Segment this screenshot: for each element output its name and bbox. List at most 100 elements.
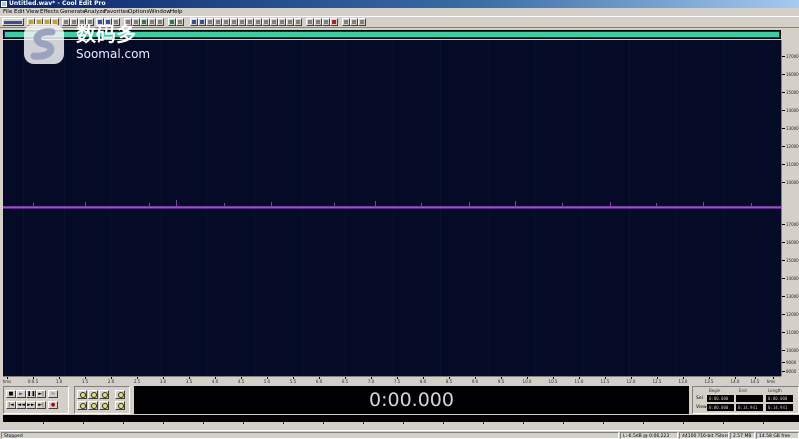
menu-view[interactable]: View [26,8,39,16]
envelope-button[interactable] [156,18,164,26]
time-display: 0:00.000 [134,386,689,414]
toolbar-tool-10[interactable] [278,18,286,26]
fast-forward-button[interactable]: ►► [26,401,36,409]
overview-visible-range[interactable] [5,32,779,37]
zoom-in-vertical-button[interactable] [115,390,125,399]
new-file-button[interactable] [27,18,35,26]
toolbar-tool-8[interactable] [262,18,270,26]
toolbar-tool-19[interactable] [358,18,366,26]
menu-options[interactable]: Options [128,8,149,16]
paste-button[interactable] [78,18,86,26]
toolbar-tool-18[interactable] [350,18,358,26]
toolbar-tool-15[interactable] [322,18,330,26]
vruler-label: 13000 [786,294,799,299]
hruler-label: 4.0 [211,379,219,384]
toolbar-tool-11[interactable] [286,18,294,26]
vruler-label: 13000 [786,126,799,131]
amplify-button[interactable] [148,18,156,26]
view-length-field[interactable]: 0:14.941 [766,404,793,411]
record-button[interactable]: ● [48,401,58,409]
zoom-out-full-button[interactable] [99,390,109,399]
hruler-label: 4.5 [237,379,245,384]
toolbar-tool-6[interactable] [246,18,254,26]
save-as-button[interactable] [51,18,59,26]
cut-button[interactable] [62,18,70,26]
overview-bar[interactable] [3,30,781,39]
spectral-display-button[interactable] [198,18,206,26]
time-ruler[interactable]: hms 0:0.5 1.0 1.5 2.0 2.5 3.0 3.5 4.0 4.… [3,376,781,384]
copy-button[interactable] [70,18,78,26]
save-button[interactable] [43,18,51,26]
normalize-button[interactable] [140,18,148,26]
go-to-start-button[interactable]: |◄ [6,401,16,409]
toolbar-tool-16[interactable] [330,18,338,26]
zoom-panel [74,386,130,414]
play-button[interactable]: ► [16,390,26,398]
hruler-label: 6.0 [315,379,323,384]
go-to-end-button[interactable]: ►| [36,401,46,409]
vruler-label: 11000 [786,330,799,335]
toolbar-tool-5[interactable] [238,18,246,26]
current-time: 0:00.000 [369,389,454,411]
zoom-left-button[interactable] [88,401,98,410]
view-end-field[interactable]: 0:14.941 [736,404,763,411]
menu-window[interactable]: Window [149,8,171,16]
menu-generate[interactable]: Generate [60,8,86,16]
zoom-to-selection-button[interactable] [77,401,87,410]
toolbar-tool-14[interactable] [314,18,322,26]
trim-button[interactable] [124,18,132,26]
repeat-button[interactable] [112,18,120,26]
toolbar-tool-12[interactable] [294,18,302,26]
undo-button[interactable] [96,18,104,26]
toolbar-tool-4[interactable] [230,18,238,26]
status-size: 2.57 MB [730,432,755,439]
multitrack-toggle-button[interactable] [2,18,24,26]
sel-begin-field[interactable]: 0:00.000 [707,395,734,402]
redo-button[interactable] [104,18,112,26]
vruler-label: 12000 [786,312,799,317]
menu-analyze[interactable]: Analyze [84,8,106,16]
status-peak: L:-6.5dB @ 0:06.223 [620,432,678,439]
zoom-in-horizontal-button[interactable] [77,390,87,399]
vruler-label: 8000 [786,369,797,374]
menu-edit[interactable]: Edit [14,8,25,16]
end-header: End [739,388,747,393]
hruler-label: 9.5 [497,379,505,384]
waveform-view-button[interactable] [190,18,198,26]
waveform-display[interactable] [3,40,781,376]
level-meter-scale [3,422,799,426]
pause-button[interactable]: ❚❚ [26,390,36,398]
view-begin-field[interactable]: 0:00.000 [707,404,734,411]
menu-help[interactable]: Help [170,8,183,16]
vruler-label: 14000 [786,108,799,113]
toolbar-tool-13[interactable] [306,18,314,26]
toolbar-tool-1[interactable] [206,18,214,26]
menu-effects[interactable]: Effects [40,8,59,16]
toolbar [0,16,799,28]
zoom-out-horizontal-button[interactable] [88,390,98,399]
toolbar-tool-9[interactable] [270,18,278,26]
toolbar-tool-3[interactable] [222,18,230,26]
zoom-right-button[interactable] [99,401,109,410]
spectral-view-button[interactable] [176,18,184,26]
menu-favorites[interactable]: Favorites [104,8,129,16]
silence-button[interactable] [132,18,140,26]
toolbar-tool-17[interactable] [342,18,350,26]
stop-button[interactable]: ■ [6,390,16,398]
rewind-button[interactable]: ◄◄ [16,401,26,409]
menu-file[interactable]: File [3,8,12,16]
edit-view-button[interactable] [168,18,176,26]
open-file-button[interactable] [35,18,43,26]
vruler-label: 15000 [786,90,799,95]
hruler-label: 13.0 [678,379,688,384]
toolbar-tool-7[interactable] [254,18,262,26]
sel-end-field[interactable] [736,395,763,402]
sel-length-field[interactable]: 0:00.000 [766,395,793,402]
play-to-end-button[interactable]: ►| [36,390,46,398]
vruler-label: 17000 [786,222,799,227]
zoom-out-vertical-button[interactable] [115,401,125,410]
toolbar-tool-2[interactable] [214,18,222,26]
app-icon[interactable] [1,1,7,7]
mix-paste-button[interactable] [86,18,94,26]
loop-button[interactable]: ∞ [48,390,58,398]
